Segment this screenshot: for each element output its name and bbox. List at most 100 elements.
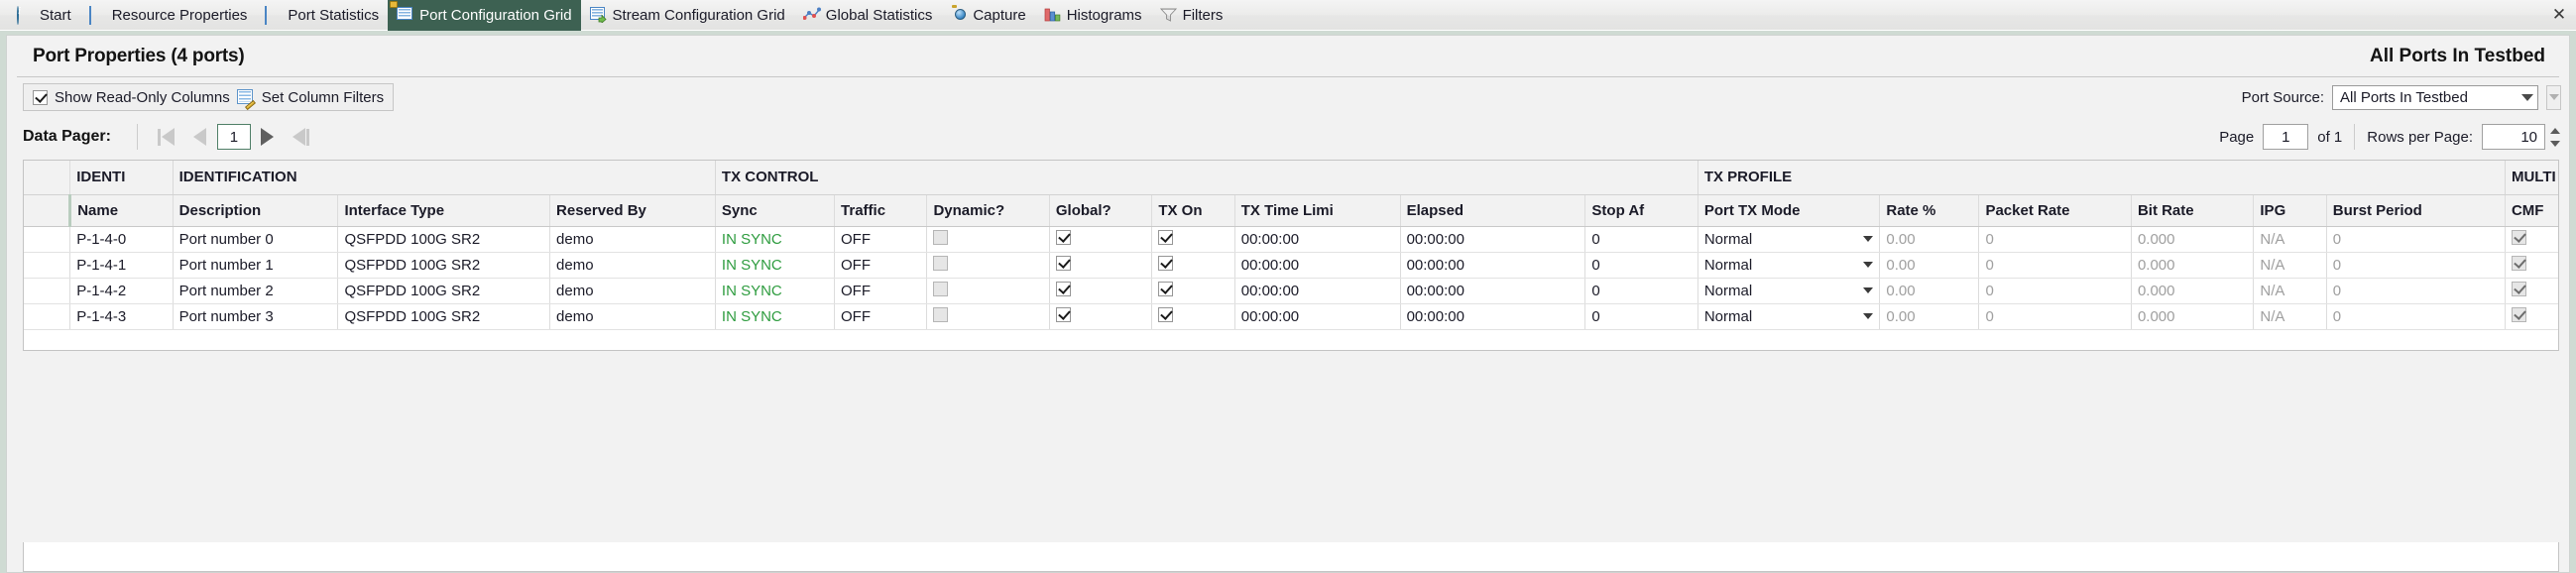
column-header-cmf[interactable]: CMF xyxy=(2505,194,2558,227)
global-checkbox[interactable] xyxy=(1055,281,1071,296)
cell-dynamic[interactable] xyxy=(926,303,1050,330)
cell-dynamic[interactable] xyxy=(926,278,1050,304)
cell-description[interactable]: Port number 2 xyxy=(173,278,339,304)
cell-port-tx-mode[interactable]: Normal xyxy=(1698,303,1881,330)
cell-global[interactable] xyxy=(1049,226,1153,253)
tx-on-checkbox[interactable] xyxy=(1158,255,1174,271)
tab-stream-configuration-grid[interactable]: Stream Configuration Grid xyxy=(581,0,794,31)
global-checkbox[interactable] xyxy=(1055,229,1071,245)
cell-name[interactable]: P-1-4-2 xyxy=(69,278,174,304)
cell-description[interactable]: Port number 3 xyxy=(173,303,339,330)
table-row[interactable]: P-1-4-2 Port number 2 QSFPDD 100G SR2 de… xyxy=(24,278,2558,304)
cell-reserved-by[interactable]: demo xyxy=(549,226,716,253)
dynamic-checkbox[interactable] xyxy=(933,255,949,271)
pager-prev-button[interactable] xyxy=(183,123,217,151)
column-header-sync[interactable]: Sync xyxy=(715,194,836,227)
port-properties-grid[interactable]: IDENTI IDENTIFICATION TX CONTROL TX PROF… xyxy=(23,160,2559,351)
tab-global-statistics[interactable]: Global Statistics xyxy=(794,0,942,31)
page-number-input[interactable]: 1 xyxy=(2263,124,2309,150)
column-header-tx-on[interactable]: TX On xyxy=(1151,194,1235,227)
close-icon[interactable]: ✕ xyxy=(2542,0,2576,30)
tab-start[interactable]: Start xyxy=(8,0,80,31)
cell-name[interactable]: P-1-4-3 xyxy=(69,303,174,330)
cell-port-tx-mode[interactable]: Normal xyxy=(1698,226,1881,253)
cell-name[interactable]: P-1-4-0 xyxy=(69,226,174,253)
cmf-checkbox[interactable] xyxy=(2511,281,2526,296)
cell-interface-type[interactable]: QSFPDD 100G SR2 xyxy=(337,252,551,279)
cell-tx-time-limit[interactable]: 00:00:00 xyxy=(1234,252,1401,279)
column-header-elapsed[interactable]: Elapsed xyxy=(1400,194,1586,227)
cell-port-tx-mode[interactable]: Normal xyxy=(1698,278,1881,304)
cell-tx-time-limit[interactable]: 00:00:00 xyxy=(1234,303,1401,330)
table-row[interactable]: P-1-4-0 Port number 0 QSFPDD 100G SR2 de… xyxy=(24,226,2558,253)
cell-name[interactable]: P-1-4-1 xyxy=(69,252,174,279)
cell-global[interactable] xyxy=(1049,252,1153,279)
cell-cmf[interactable] xyxy=(2505,252,2558,279)
global-checkbox[interactable] xyxy=(1055,255,1071,271)
rows-per-page-input[interactable]: 10 xyxy=(2482,124,2545,150)
tab-filters[interactable]: Filters xyxy=(1151,0,1232,31)
tx-on-checkbox[interactable] xyxy=(1158,306,1174,322)
column-header-rate-pct[interactable]: Rate % xyxy=(1879,194,1980,227)
cmf-checkbox[interactable] xyxy=(2511,306,2526,322)
column-header-global[interactable]: Global? xyxy=(1049,194,1153,227)
cell-port-tx-mode[interactable]: Normal xyxy=(1698,252,1881,279)
cell-global[interactable] xyxy=(1049,278,1153,304)
cell-dynamic[interactable] xyxy=(926,252,1050,279)
column-header-interface-type[interactable]: Interface Type xyxy=(337,194,551,227)
cell-stop-after[interactable]: 0 xyxy=(1584,226,1698,253)
pager-next-button[interactable] xyxy=(251,123,285,151)
pager-last-button[interactable] xyxy=(285,123,318,151)
tab-capture[interactable]: Capture xyxy=(941,0,1034,31)
tx-on-checkbox[interactable] xyxy=(1158,229,1174,245)
cell-interface-type[interactable]: QSFPDD 100G SR2 xyxy=(337,226,551,253)
cell-interface-type[interactable]: QSFPDD 100G SR2 xyxy=(337,303,551,330)
column-header-tx-time-limit[interactable]: TX Time Limi xyxy=(1234,194,1401,227)
dynamic-checkbox[interactable] xyxy=(933,306,949,322)
cell-cmf[interactable] xyxy=(2505,303,2558,330)
cell-tx-on[interactable] xyxy=(1151,252,1235,279)
port-source-scroll-down[interactable] xyxy=(2546,84,2561,110)
dynamic-checkbox[interactable] xyxy=(933,229,949,245)
column-header-dynamic[interactable]: Dynamic? xyxy=(926,194,1050,227)
cell-reserved-by[interactable]: demo xyxy=(549,303,716,330)
column-header-burst-period[interactable]: Burst Period xyxy=(2326,194,2506,227)
column-header-bit-rate[interactable]: Bit Rate xyxy=(2131,194,2255,227)
column-header-reserved-by[interactable]: Reserved By xyxy=(549,194,716,227)
cell-tx-time-limit[interactable]: 00:00:00 xyxy=(1234,226,1401,253)
tab-port-statistics[interactable]: Port Statistics xyxy=(256,0,388,31)
cell-interface-type[interactable]: QSFPDD 100G SR2 xyxy=(337,278,551,304)
tab-port-configuration-grid[interactable]: Port Configuration Grid xyxy=(388,0,581,31)
cell-tx-on[interactable] xyxy=(1151,278,1235,304)
pager-first-button[interactable] xyxy=(150,123,183,151)
tx-on-checkbox[interactable] xyxy=(1158,281,1174,296)
table-row[interactable]: P-1-4-1 Port number 1 QSFPDD 100G SR2 de… xyxy=(24,252,2558,279)
cell-reserved-by[interactable]: demo xyxy=(549,252,716,279)
row-selector[interactable] xyxy=(24,252,71,279)
set-column-filters-icon[interactable] xyxy=(236,88,256,110)
cell-tx-time-limit[interactable]: 00:00:00 xyxy=(1234,278,1401,304)
column-header-description[interactable]: Description xyxy=(173,194,339,227)
column-header-ipg[interactable]: IPG xyxy=(2253,194,2327,227)
dynamic-checkbox[interactable] xyxy=(933,281,949,296)
pager-current-page[interactable]: 1 xyxy=(216,124,251,150)
cell-tx-on[interactable] xyxy=(1151,226,1235,253)
cell-description[interactable]: Port number 0 xyxy=(173,226,339,253)
global-checkbox[interactable] xyxy=(1055,306,1071,322)
cmf-checkbox[interactable] xyxy=(2511,229,2526,245)
tab-histograms[interactable]: Histograms xyxy=(1035,0,1151,31)
cell-dynamic[interactable] xyxy=(926,226,1050,253)
cell-cmf[interactable] xyxy=(2505,278,2558,304)
row-selector[interactable] xyxy=(24,303,71,330)
cell-tx-on[interactable] xyxy=(1151,303,1235,330)
column-header-port-tx-mode[interactable]: Port TX Mode xyxy=(1698,194,1881,227)
cmf-checkbox[interactable] xyxy=(2511,255,2526,271)
cell-reserved-by[interactable]: demo xyxy=(549,278,716,304)
cell-stop-after[interactable]: 0 xyxy=(1584,252,1698,279)
column-header-traffic[interactable]: Traffic xyxy=(834,194,928,227)
cell-description[interactable]: Port number 1 xyxy=(173,252,339,279)
table-row[interactable]: P-1-4-3 Port number 3 QSFPDD 100G SR2 de… xyxy=(24,303,2558,330)
cell-cmf[interactable] xyxy=(2505,226,2558,253)
port-source-select[interactable]: All Ports In Testbed xyxy=(2332,84,2538,110)
row-selector[interactable] xyxy=(24,226,71,253)
